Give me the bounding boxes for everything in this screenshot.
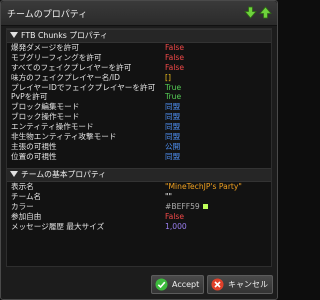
- property-row[interactable]: メッセージ履歴 最大サイズ 1,000: [7, 222, 271, 232]
- property-value-text: 公開: [165, 141, 181, 151]
- property-row[interactable]: ブロック編集モード 同盟: [7, 102, 271, 112]
- property-row[interactable]: 表示名 "MineTechJP's Party": [7, 182, 271, 192]
- property-value-text: "": [165, 191, 172, 201]
- property-value[interactable]: False: [165, 63, 184, 73]
- property-value-text: False: [165, 52, 185, 62]
- property-label: 参加自由: [11, 211, 42, 221]
- property-value[interactable]: False: [165, 212, 184, 222]
- property-value[interactable]: False: [165, 53, 184, 63]
- property-value[interactable]: 同盟: [165, 132, 180, 142]
- property-label: すべてのフェイクプレイヤーを許可: [11, 62, 132, 72]
- ftb-section-header[interactable]: FTB Chunks プロパティ: [7, 29, 271, 43]
- property-label: ブロック操作モード: [11, 112, 80, 122]
- accept-button[interactable]: Accept: [151, 275, 204, 294]
- team-section-header[interactable]: チームの基本プロパティ: [7, 168, 271, 182]
- property-value-text: 同盟: [165, 102, 181, 112]
- property-value[interactable]: False: [165, 43, 184, 53]
- property-row[interactable]: PvPを許可 True: [7, 92, 271, 102]
- property-value-text: 同盟: [165, 132, 181, 142]
- property-value-text: False: [165, 62, 185, 72]
- property-label: カラー: [11, 201, 34, 211]
- property-value[interactable]: []: [165, 73, 171, 83]
- window-title: チームのプロパティ: [7, 10, 88, 20]
- property-label: 非生物エンティティ攻撃モード: [11, 132, 117, 142]
- cancel-label: キャンセル: [228, 280, 268, 289]
- property-row[interactable]: 味方のフェイクプレイヤー名/ID []: [7, 73, 271, 83]
- move-down-icon[interactable]: [244, 6, 257, 19]
- property-label: 表示名: [11, 182, 34, 191]
- property-value[interactable]: 同盟: [165, 112, 180, 122]
- property-value-text: True: [165, 92, 182, 102]
- collapse-triangle-icon: [10, 171, 18, 177]
- property-row[interactable]: 非生物エンティティ攻撃モード 同盟: [7, 132, 271, 142]
- property-value-text: 1,000: [165, 221, 187, 231]
- ftb-properties-list: 爆発ダメージを許可 False モブグリーフィングを許可 False すべてのフェイクプ…: [7, 43, 271, 162]
- property-label: チーム名: [11, 191, 42, 201]
- property-label: 主張の可視性: [11, 141, 57, 151]
- property-row[interactable]: チーム名 "": [7, 192, 271, 202]
- property-value-text: True: [165, 82, 182, 92]
- checkmark-icon: [155, 278, 168, 291]
- cancel-button[interactable]: キャンセル: [207, 275, 273, 294]
- property-value[interactable]: #BEFF59: [165, 202, 208, 212]
- property-label: メッセージ履歴 最大サイズ: [11, 221, 105, 231]
- property-row[interactable]: モブグリーフィングを許可 False: [7, 53, 271, 63]
- property-value[interactable]: "MineTechJP's Party": [165, 182, 242, 192]
- property-label: 位置の可視性: [11, 151, 57, 161]
- property-row[interactable]: すべてのフェイクプレイヤーを許可 False: [7, 63, 271, 73]
- ftb-section-title: FTB Chunks プロパティ: [21, 31, 108, 40]
- property-row[interactable]: エンティティ操作モード 同盟: [7, 122, 271, 132]
- property-value[interactable]: 公開: [165, 142, 180, 152]
- property-row[interactable]: 爆発ダメージを許可 False: [7, 43, 271, 53]
- property-row[interactable]: カラー #BEFF59: [7, 202, 271, 212]
- property-label: エンティティ操作モード: [11, 122, 94, 132]
- title-bar: チームのプロパティ: [1, 1, 277, 26]
- property-label: プレイヤーIDでフェイクプレイヤーを許可: [11, 82, 156, 92]
- property-row[interactable]: ブロック操作モード 同盟: [7, 112, 271, 122]
- property-value[interactable]: "": [165, 192, 172, 202]
- team-properties-list: 表示名 "MineTechJP's Party" チーム名 "" カラー #BEFF59 参…: [7, 182, 271, 231]
- property-value[interactable]: True: [165, 92, 181, 102]
- property-label: モブグリーフィングを許可: [11, 52, 102, 62]
- property-value-text: 同盟: [165, 112, 181, 122]
- property-label: ブロック編集モード: [11, 102, 80, 112]
- property-label: PvPを許可: [11, 92, 48, 102]
- property-value-text: False: [165, 211, 185, 221]
- color-swatch: [202, 203, 208, 209]
- move-up-icon[interactable]: [259, 6, 272, 19]
- property-value[interactable]: 同盟: [165, 122, 180, 132]
- properties-panel: FTB Chunks プロパティ 爆発ダメージを許可 False モブグリーフィング…: [6, 28, 272, 267]
- property-row[interactable]: 位置の可視性 同盟: [7, 152, 271, 162]
- collapse-triangle-icon: [10, 32, 18, 38]
- close-icon: [211, 278, 224, 291]
- property-value[interactable]: True: [165, 83, 181, 93]
- property-value-text: 同盟: [165, 122, 181, 132]
- property-row[interactable]: プレイヤーIDでフェイクプレイヤーを許可 True: [7, 83, 271, 93]
- property-value[interactable]: 1,000: [165, 222, 187, 232]
- team-properties-window: チームのプロパティ FTB Chunks プロパティ 爆発ダメージを許可 Fals…: [0, 0, 278, 300]
- property-value-text: 同盟: [165, 151, 181, 161]
- property-row[interactable]: 主張の可視性 公開: [7, 142, 271, 152]
- property-value[interactable]: 同盟: [165, 152, 180, 162]
- property-value-text: False: [165, 43, 185, 52]
- team-section-title: チームの基本プロパティ: [21, 170, 107, 179]
- property-label: 爆発ダメージを許可: [11, 43, 79, 52]
- property-row[interactable]: 参加自由 False: [7, 212, 271, 222]
- property-value-text: "MineTechJP's Party": [165, 182, 242, 191]
- property-label: 味方のフェイクプレイヤー名/ID: [11, 72, 120, 82]
- accept-label: Accept: [172, 280, 200, 289]
- property-value-text: []: [165, 72, 171, 82]
- property-value[interactable]: 同盟: [165, 102, 180, 112]
- property-value-text: #BEFF59: [165, 201, 200, 211]
